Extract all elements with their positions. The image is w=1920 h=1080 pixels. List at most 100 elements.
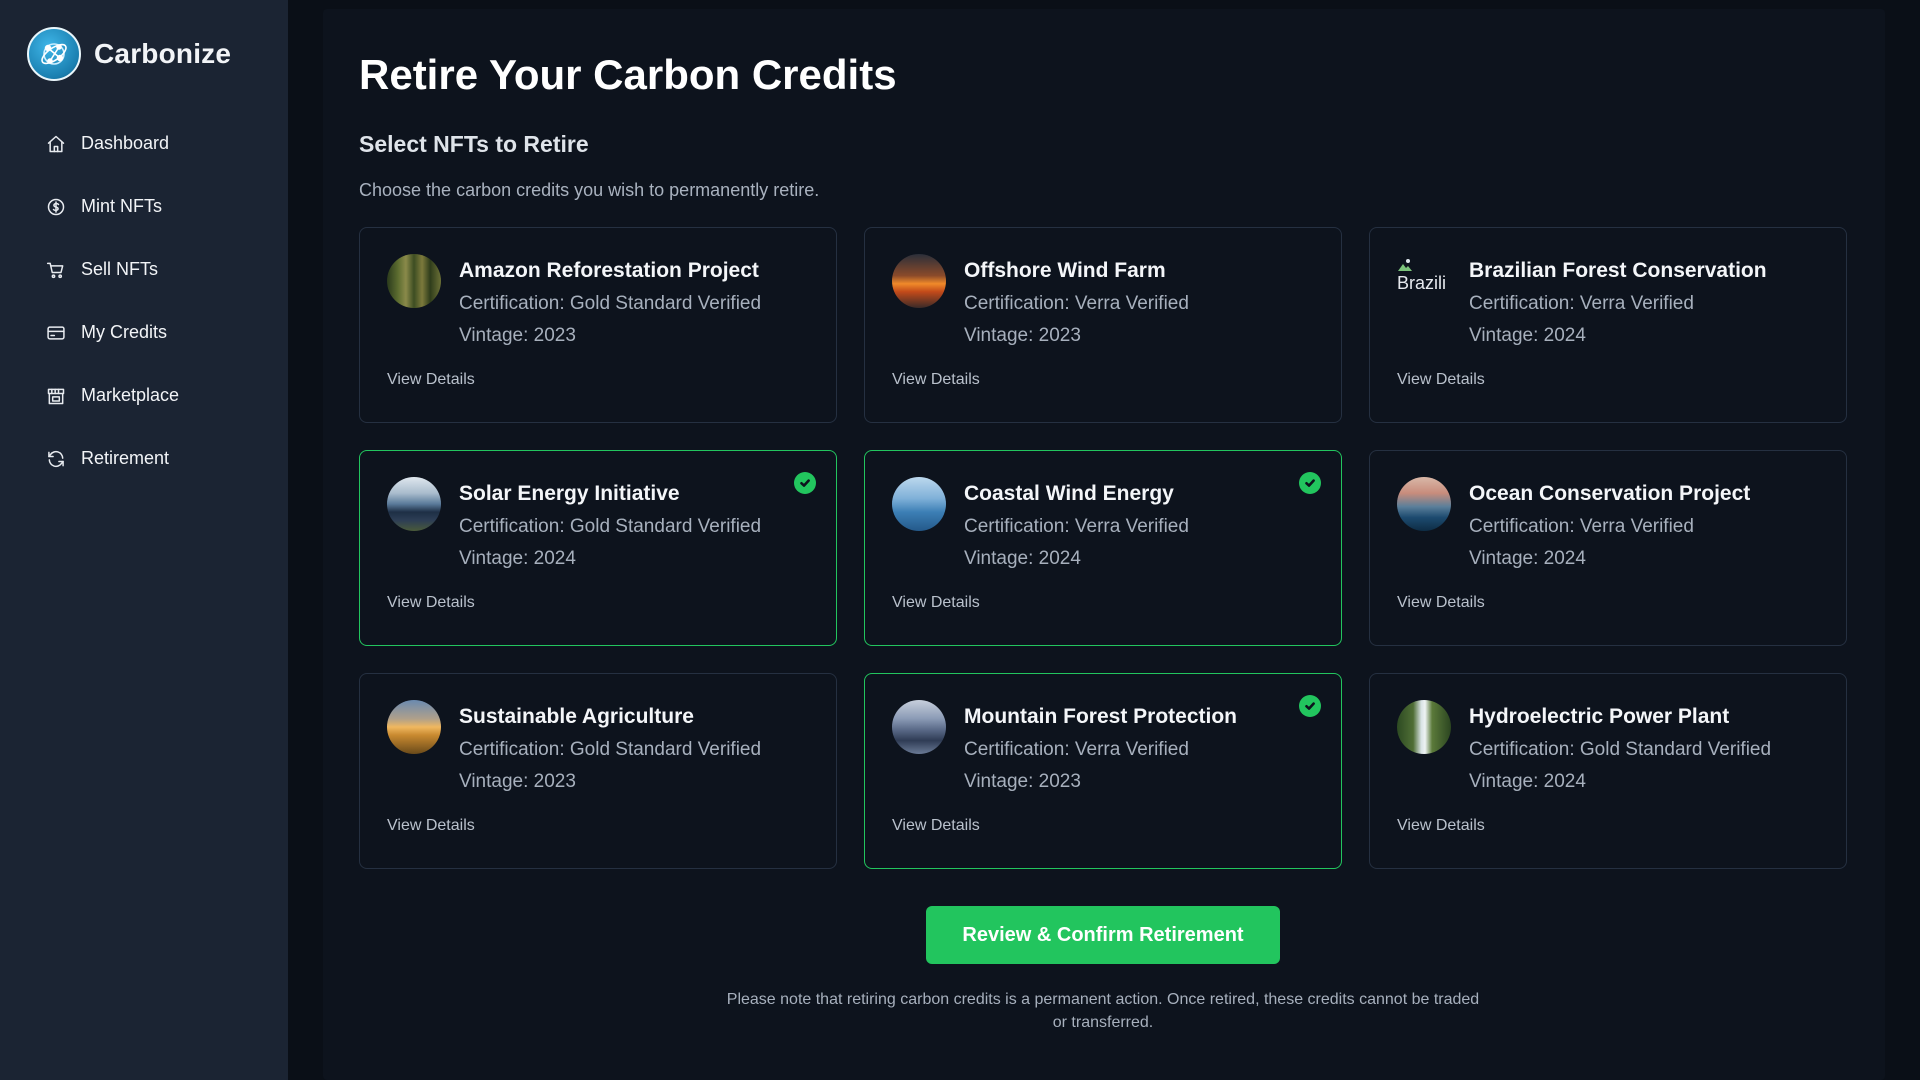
retirement-warning-note: Please note that retiring carbon credits… — [726, 991, 1480, 1031]
sidebar-item-my-credits[interactable]: My Credits — [27, 301, 288, 364]
project-name: Offshore Wind Farm — [964, 259, 1166, 282]
section-title: Select NFTs to Retire — [359, 131, 589, 157]
view-details-link[interactable]: View Details — [892, 594, 980, 612]
sidebar-item-label: Sell NFTs — [81, 259, 159, 279]
project-name: Solar Energy Initiative — [459, 482, 680, 505]
main-panel: Retire Your Carbon Credits Select NFTs t… — [323, 9, 1885, 1080]
nft-card-info: Solar Energy Initiative Certification: Go… — [459, 477, 761, 575]
app-root: Carbonize Dashboard Mint NFTs Sell NFTs — [0, 0, 1920, 1080]
sidebar-item-mint-nfts[interactable]: Mint NFTs — [27, 175, 288, 238]
view-details-link[interactable]: View Details — [387, 594, 475, 612]
nft-card-info: Hydroelectric Power Plant Certification: … — [1469, 700, 1771, 798]
sidebar-item-label: Marketplace — [81, 385, 180, 405]
cart-icon — [45, 259, 67, 281]
nft-card-info: Mountain Forest Protection Certification:… — [964, 700, 1237, 798]
project-name: Mountain Forest Protection — [964, 705, 1237, 728]
sidebar: Carbonize Dashboard Mint NFTs Sell NFTs — [0, 0, 288, 1080]
section-subtitle: Choose the carbon credits you wish to pe… — [359, 180, 820, 200]
nft-card-header: Brazili Brazilian Forest Conservation Cert… — [1397, 254, 1819, 352]
selected-check-icon[interactable] — [794, 472, 816, 494]
view-details-link[interactable]: View Details — [892, 817, 980, 835]
nft-card-header: Mountain Forest Protection Certification:… — [892, 700, 1314, 798]
broken-image-placeholder: Brazili — [1397, 254, 1451, 308]
view-details-link[interactable]: View Details — [892, 371, 980, 389]
image-alt-text: Brazili — [1397, 273, 1447, 293]
view-details-link[interactable]: View Details — [1397, 594, 1485, 612]
view-details-link[interactable]: View Details — [1397, 371, 1485, 389]
view-details-link[interactable]: View Details — [387, 817, 475, 835]
selected-check-icon[interactable] — [1299, 472, 1321, 494]
sidebar-item-label: Mint NFTs — [81, 196, 162, 216]
certification-text: Certification: Verra Verified — [964, 739, 1189, 760]
vintage-text: Vintage: 2024 — [459, 548, 576, 569]
nft-card[interactable]: Ocean Conservation Project Certification:… — [1369, 450, 1847, 646]
nft-card[interactable]: Amazon Reforestation Project Certificatio… — [359, 227, 837, 423]
sidebar-nav: Dashboard Mint NFTs Sell NFTs My Credits — [27, 112, 288, 490]
project-thumbnail — [892, 254, 946, 308]
project-name: Sustainable Agriculture — [459, 705, 694, 728]
nft-card-header: Hydroelectric Power Plant Certification: … — [1397, 700, 1819, 798]
sidebar-item-marketplace[interactable]: Marketplace — [27, 364, 288, 427]
nft-card[interactable]: Brazili Brazilian Forest Conservation Cert… — [1369, 227, 1847, 423]
certification-text: Certification: Gold Standard Verified — [459, 739, 762, 760]
project-thumbnail — [387, 477, 441, 531]
certification-text: Certification: Verra Verified — [1469, 293, 1694, 314]
project-thumbnail — [387, 700, 441, 754]
vintage-text: Vintage: 2023 — [964, 325, 1081, 346]
nft-card-header: Offshore Wind Farm Certification: Verra V… — [892, 254, 1314, 352]
project-thumbnail — [387, 254, 441, 308]
vintage-text: Vintage: 2024 — [1469, 325, 1586, 346]
nft-card-info: Offshore Wind Farm Certification: Verra V… — [964, 254, 1189, 352]
nft-card[interactable]: Offshore Wind Farm Certification: Verra V… — [864, 227, 1342, 423]
sidebar-item-dashboard[interactable]: Dashboard — [27, 112, 288, 175]
nft-card-header: Ocean Conservation Project Certification:… — [1397, 477, 1819, 575]
nft-card-header: Solar Energy Initiative Certification: Go… — [387, 477, 809, 575]
nft-card[interactable]: Coastal Wind Energy Certification: Verra … — [864, 450, 1342, 646]
store-icon — [45, 385, 67, 407]
certification-text: Certification: Verra Verified — [964, 516, 1189, 537]
carbonize-logo-icon — [27, 27, 81, 81]
page-title: Retire Your Carbon Credits — [359, 51, 897, 98]
sidebar-item-label: Retirement — [81, 448, 170, 468]
nft-card[interactable]: Mountain Forest Protection Certification:… — [864, 673, 1342, 869]
vintage-text: Vintage: 2024 — [1469, 548, 1586, 569]
brand[interactable]: Carbonize — [27, 26, 288, 82]
sidebar-item-label: My Credits — [81, 322, 168, 342]
nft-card[interactable]: Hydroelectric Power Plant Certification: … — [1369, 673, 1847, 869]
nft-card-info: Coastal Wind Energy Certification: Verra … — [964, 477, 1189, 575]
dollar-circle-icon — [45, 196, 67, 218]
home-icon — [45, 133, 67, 155]
project-thumbnail — [1397, 477, 1451, 531]
project-name: Ocean Conservation Project — [1469, 482, 1751, 505]
nft-card[interactable]: Solar Energy Initiative Certification: Go… — [359, 450, 837, 646]
sidebar-item-retirement[interactable]: Retirement — [27, 427, 288, 490]
certification-text: Certification: Gold Standard Verified — [459, 293, 762, 314]
nft-card-header: Amazon Reforestation Project Certificatio… — [387, 254, 809, 352]
selected-check-icon[interactable] — [1299, 695, 1321, 717]
certification-text: Certification: Verra Verified — [1469, 516, 1694, 537]
view-details-link[interactable]: View Details — [1397, 817, 1485, 835]
certification-text: Certification: Verra Verified — [964, 293, 1189, 314]
project-name: Amazon Reforestation Project — [459, 259, 759, 282]
main-wrapper: Retire Your Carbon Credits Select NFTs t… — [288, 0, 1920, 1080]
project-name: Coastal Wind Energy — [964, 482, 1174, 505]
sidebar-item-label: Dashboard — [81, 133, 170, 153]
certification-text: Certification: Gold Standard Verified — [459, 516, 762, 537]
project-thumbnail — [892, 477, 946, 531]
project-name: Brazilian Forest Conservation — [1469, 259, 1767, 282]
nft-card-header: Sustainable Agriculture Certification: Go… — [387, 700, 809, 798]
vintage-text: Vintage: 2023 — [459, 325, 576, 346]
certification-text: Certification: Gold Standard Verified — [1469, 739, 1772, 760]
vintage-text: Vintage: 2023 — [459, 771, 576, 792]
project-thumbnail — [892, 700, 946, 754]
sidebar-item-sell-nfts[interactable]: Sell NFTs — [27, 238, 288, 301]
nft-card[interactable]: Sustainable Agriculture Certification: Go… — [359, 673, 837, 869]
vintage-text: Vintage: 2024 — [1469, 771, 1586, 792]
project-name: Hydroelectric Power Plant — [1469, 705, 1730, 728]
nft-card-info: Sustainable Agriculture Certification: Go… — [459, 700, 761, 798]
view-details-link[interactable]: View Details — [387, 371, 475, 389]
nft-card-header: Coastal Wind Energy Certification: Verra … — [892, 477, 1314, 575]
review-confirm-retirement-button[interactable]: Review & Confirm Retirement — [926, 906, 1280, 964]
credit-card-icon — [45, 322, 67, 344]
vintage-text: Vintage: 2023 — [964, 771, 1081, 792]
